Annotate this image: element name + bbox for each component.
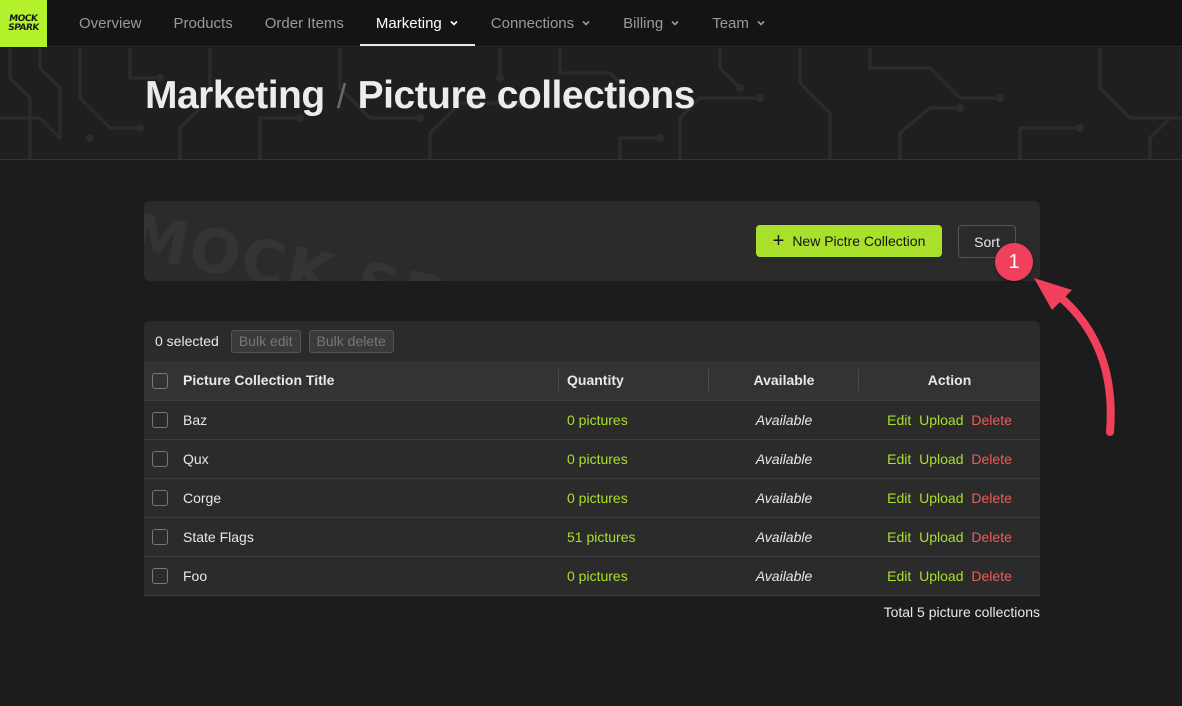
row-actions: Edit Upload Delete (859, 400, 1040, 439)
collections-table: Picture Collection Title Quantity Availa… (144, 361, 1040, 596)
collection-title: State Flags (183, 528, 254, 545)
plus-icon: + (772, 230, 785, 252)
column-title[interactable]: Picture Collection Title (183, 361, 559, 400)
collection-available: Available (755, 489, 813, 506)
upload-link[interactable]: Upload (919, 568, 963, 584)
nav-item-label: Order Items (264, 14, 344, 32)
nav-item-billing[interactable]: Billing (607, 0, 696, 46)
collection-quantity: 0 pictures (567, 411, 628, 428)
row-actions: Edit Upload Delete (859, 478, 1040, 517)
select-all-cell (144, 361, 183, 400)
row-checkbox[interactable] (152, 529, 168, 546)
logo-line2: SPARK (7, 22, 40, 33)
page-title: Marketing / Picture collections (145, 74, 695, 118)
collection-available: Available (755, 528, 813, 545)
edit-link[interactable]: Edit (887, 451, 911, 467)
collection-quantity: 0 pictures (567, 489, 628, 506)
row-actions: Edit Upload Delete (859, 556, 1040, 595)
edit-link[interactable]: Edit (887, 568, 911, 584)
table-row: Corge 0 pictures Available Edit Upload Dele… (144, 478, 1040, 517)
collection-title: Corge (183, 489, 222, 506)
column-quantity[interactable]: Quantity (559, 361, 709, 400)
row-checkbox[interactable] (152, 412, 168, 429)
new-collection-button[interactable]: + New Pictre Collection (756, 225, 942, 257)
bulk-actions-bar: 0 selected Bulk edit Bulk delete (144, 321, 1040, 361)
nav-item-team[interactable]: Team (696, 0, 782, 46)
nav-item-label: Marketing (375, 14, 442, 32)
nav-item-overview[interactable]: Overview (63, 0, 158, 46)
row-actions: Edit Upload Delete (859, 439, 1040, 478)
collection-available: Available (755, 411, 813, 428)
nav-item-order-items[interactable]: Order Items (249, 0, 360, 46)
select-all-checkbox[interactable] (152, 372, 168, 389)
delete-link[interactable]: Delete (971, 412, 1011, 428)
collections-table-card: 0 selected Bulk edit Bulk delete Picture… (144, 321, 1040, 596)
table-header-row: Picture Collection Title Quantity Availa… (144, 361, 1040, 400)
chevron-down-icon (671, 20, 679, 26)
table-row: Qux 0 pictures Available Edit Upload Delete (144, 439, 1040, 478)
row-checkbox[interactable] (152, 490, 168, 507)
row-select-cell (144, 400, 183, 439)
nav-item-marketing[interactable]: Marketing (359, 0, 475, 46)
row-select-cell (144, 439, 183, 478)
row-actions: Edit Upload Delete (859, 517, 1040, 556)
upload-link[interactable]: Upload (919, 529, 963, 545)
collection-available: Available (755, 450, 813, 467)
breadcrumb-parent[interactable]: Marketing (145, 74, 325, 118)
nav-item-label: Connections (490, 14, 575, 32)
table-row: State Flags 51 pictures Available Edit Uplo… (144, 517, 1040, 556)
collection-available: Available (755, 567, 813, 584)
edit-link[interactable]: Edit (887, 490, 911, 506)
new-collection-label: New Pictre Collection (792, 233, 926, 249)
nav-item-label: Team (712, 14, 749, 32)
delete-link[interactable]: Delete (971, 529, 1011, 545)
upload-link[interactable]: Upload (919, 490, 963, 506)
row-select-cell (144, 478, 183, 517)
toolbar-card: MOCK SPARK + New Pictre Collection Sort (144, 201, 1040, 281)
nav-item-label: Products (173, 14, 233, 32)
top-nav: MOCK SPARK Overview Products Order Items Ma… (0, 0, 1182, 47)
bulk-delete-button[interactable]: Bulk delete (308, 329, 394, 353)
breadcrumb-current: Picture collections (357, 74, 696, 117)
arrow-head-icon (1034, 278, 1072, 310)
bulk-edit-button[interactable]: Bulk edit (230, 329, 301, 353)
chevron-down-icon (582, 20, 590, 26)
collection-quantity: 51 pictures (567, 528, 636, 545)
logo[interactable]: MOCK SPARK (0, 0, 47, 47)
annotation-badge: 1 (995, 243, 1033, 281)
collection-title: Baz (183, 411, 208, 428)
collection-title: Qux (183, 450, 209, 467)
delete-link[interactable]: Delete (971, 490, 1011, 506)
column-action: Action (927, 372, 972, 389)
total-count: Total 5 picture collections (883, 604, 1040, 620)
column-available[interactable]: Available (709, 361, 859, 400)
collection-quantity: 0 pictures (567, 450, 628, 467)
nav-items: Overview Products Order Items Marketing Conn… (63, 0, 782, 46)
breadcrumb-separator: / (336, 78, 346, 116)
nav-item-connections[interactable]: Connections (475, 0, 607, 46)
edit-link[interactable]: Edit (887, 412, 911, 428)
table-body: Baz 0 pictures Available Edit Upload Delete… (144, 400, 1040, 595)
row-select-cell (144, 556, 183, 595)
row-select-cell (144, 517, 183, 556)
delete-link[interactable]: Delete (971, 568, 1011, 584)
page-header: Marketing / Picture collections (0, 48, 1182, 160)
watermark-logo: MOCK SPARK (144, 201, 590, 281)
edit-link[interactable]: Edit (887, 529, 911, 545)
collection-title: Foo (183, 567, 208, 584)
table-row: Baz 0 pictures Available Edit Upload Delete (144, 400, 1040, 439)
nav-item-label: Overview (79, 14, 142, 32)
upload-link[interactable]: Upload (919, 412, 963, 428)
row-checkbox[interactable] (152, 568, 168, 585)
selected-count: 0 selected (155, 333, 219, 349)
upload-link[interactable]: Upload (919, 451, 963, 467)
table-row: Foo 0 pictures Available Edit Upload Delete (144, 556, 1040, 595)
delete-link[interactable]: Delete (971, 451, 1011, 467)
row-checkbox[interactable] (152, 451, 168, 468)
chevron-down-icon (757, 20, 765, 26)
collection-quantity: 0 pictures (567, 567, 628, 584)
chevron-down-icon (450, 20, 458, 26)
nav-item-label: Billing (623, 14, 664, 32)
nav-item-products[interactable]: Products (158, 0, 249, 46)
